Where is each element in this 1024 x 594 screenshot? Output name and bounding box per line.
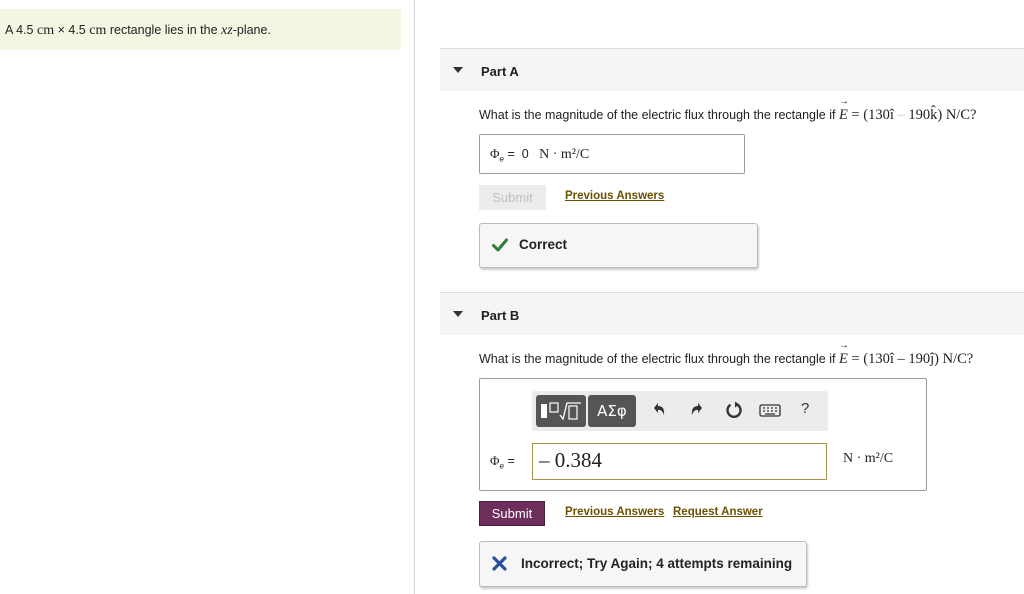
greek-symbols-button[interactable]: ΑΣφ (588, 395, 636, 427)
redo-button[interactable] (688, 400, 706, 420)
keyboard-button[interactable] (759, 402, 781, 418)
part-b-question: What is the magnitude of the electric fl… (479, 340, 973, 368)
templates-icon (541, 402, 581, 421)
vector-e-symbol: E (839, 96, 849, 124)
part-a-answer-unit: N · m²/C (539, 147, 590, 162)
part-b-phi-label: Φe = (490, 453, 515, 471)
redo-icon (691, 403, 702, 415)
part-b-submit-button[interactable]: Submit (479, 501, 545, 526)
part-b-title: Part B (481, 308, 520, 323)
undo-button[interactable] (650, 400, 668, 420)
undo-icon (654, 403, 665, 415)
templates-button[interactable] (536, 395, 586, 427)
collapse-caret-icon[interactable] (453, 311, 463, 317)
part-a-answer: Φe = 0 N · m²/C (490, 146, 590, 164)
collapse-caret-icon[interactable] (453, 67, 463, 73)
part-b-answer-value: – 0.384 (539, 448, 602, 472)
part-b-request-answer-link[interactable]: Request Answer (673, 506, 763, 518)
part-a-submit-button[interactable]: Submit (479, 185, 546, 210)
column-divider (414, 0, 415, 594)
part-a-question: What is the magnitude of the electric fl… (479, 96, 976, 124)
part-a-answer-value: 0 (521, 147, 529, 161)
cross-icon (492, 556, 507, 571)
part-b-header[interactable] (440, 292, 1024, 335)
part-a-title: Part A (481, 64, 519, 79)
problem-statement: A 4.5 cm × 4.5 cm rectangle lies in the … (5, 23, 271, 38)
part-b-feedback-text: Incorrect; Try Again; 4 attempts remaini… (521, 556, 793, 571)
reset-button[interactable] (724, 400, 744, 420)
vector-e-symbol: E (839, 340, 849, 368)
part-a-previous-answers-link[interactable]: Previous Answers (565, 190, 664, 202)
checkmark-icon (492, 238, 508, 252)
part-b-answer-unit: N · m²/C (843, 451, 894, 466)
part-b-previous-answers-link[interactable]: Previous Answers (565, 506, 664, 518)
part-a-feedback-text: Correct (519, 237, 568, 252)
part-a-header[interactable] (440, 48, 1024, 91)
reset-icon (726, 401, 742, 418)
help-button[interactable]: ? (801, 400, 809, 417)
keyboard-icon (759, 404, 781, 417)
